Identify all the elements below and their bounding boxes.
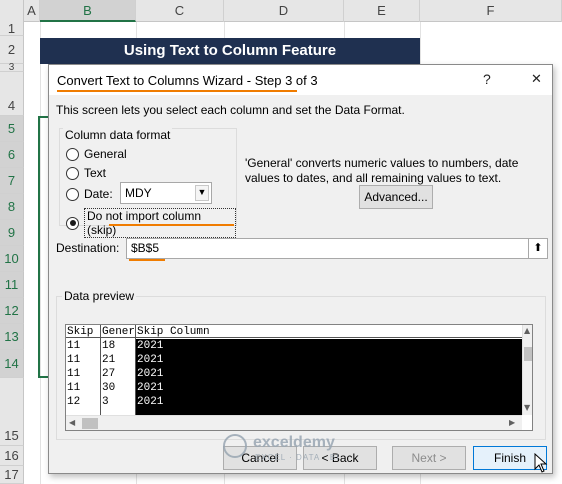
exceldemy-watermark: exceldemy EXCEL · DATA · BI xyxy=(223,432,383,466)
scroll-up-icon[interactable]: ▲ xyxy=(524,326,530,335)
destination-label: Destination: xyxy=(56,241,120,255)
advanced-button[interactable]: Advanced... xyxy=(359,185,433,209)
row-header-8[interactable]: 8 xyxy=(0,194,24,220)
radio-date-circle[interactable] xyxy=(66,187,79,201)
close-icon[interactable]: ✕ xyxy=(531,71,542,87)
row-header-5[interactable]: 5 xyxy=(0,116,24,142)
radio-skip[interactable]: Do not import column (skip) xyxy=(66,208,236,238)
dialog-title: Convert Text to Columns Wizard - Step 3 … xyxy=(57,73,318,88)
data-preview-legend: Data preview xyxy=(62,289,137,303)
preview-cell: 11 xyxy=(67,354,81,366)
preview-header-cell[interactable]: Skip Column xyxy=(137,325,210,339)
preview-horizontal-scrollbar[interactable]: ◀ ▶ xyxy=(66,415,522,430)
preview-cell: 18 xyxy=(102,340,116,352)
radio-skip-label[interactable]: Do not import column (skip) xyxy=(83,208,236,238)
select-all-corner[interactable] xyxy=(0,0,24,22)
convert-text-to-columns-dialog: Convert Text to Columns Wizard - Step 3 … xyxy=(48,64,553,474)
radio-skip-circle[interactable] xyxy=(66,216,79,230)
column-header-a[interactable]: A xyxy=(24,0,40,22)
column-data-format-group: Column data format General Text Date: Do… xyxy=(59,128,237,238)
scroll-down-icon[interactable]: ▼ xyxy=(524,403,530,412)
column-header-b[interactable]: B xyxy=(40,0,136,22)
data-preview-grid[interactable]: Skip Gener Skip Column 11 18 2021 11 21 … xyxy=(65,324,533,431)
dialog-titlebar[interactable]: Convert Text to Columns Wizard - Step 3 … xyxy=(49,65,552,95)
preview-cell: 2021 xyxy=(137,368,164,380)
column-separator xyxy=(100,325,101,415)
row-header-6[interactable]: 6 xyxy=(0,142,24,168)
preview-cell: 2021 xyxy=(137,382,164,394)
row-header-13[interactable]: 13 xyxy=(0,324,24,350)
radio-text[interactable]: Text xyxy=(66,166,106,180)
preview-header-cell[interactable]: Skip xyxy=(67,325,93,339)
row-header-10[interactable]: 10 xyxy=(0,246,24,272)
preview-cell: 2021 xyxy=(137,354,164,366)
row-header-1[interactable]: 1 xyxy=(0,22,24,36)
preview-vertical-scrollbar[interactable]: ▲ ▼ xyxy=(522,325,532,415)
radio-general-circle[interactable] xyxy=(66,147,79,161)
column-data-format-legend: Column data format xyxy=(63,128,173,142)
radio-date[interactable]: Date: xyxy=(66,187,113,201)
preview-cell: 11 xyxy=(67,368,81,380)
destination-input[interactable]: $B$5 xyxy=(126,238,531,259)
row-header-14[interactable]: 14 xyxy=(0,350,24,378)
radio-general[interactable]: General xyxy=(66,147,127,161)
selected-column-highlight xyxy=(136,339,522,415)
row-header-4[interactable]: 4 xyxy=(0,72,24,116)
preview-header-cell[interactable]: Gener xyxy=(102,325,135,339)
preview-cell: 21 xyxy=(102,354,116,366)
row-header-3[interactable]: 3 xyxy=(0,63,24,73)
row-header-16[interactable]: 16 xyxy=(0,446,24,466)
mouse-cursor-icon xyxy=(534,453,548,473)
next-button[interactable]: Next > xyxy=(392,446,466,470)
help-button[interactable]: ? xyxy=(483,71,491,87)
row-header-9[interactable]: 9 xyxy=(0,220,24,246)
skip-highlight-underline xyxy=(109,224,234,226)
scroll-right-icon[interactable]: ▶ xyxy=(509,418,515,427)
preview-cell: 11 xyxy=(67,382,81,394)
data-preview-group: Data preview Skip Gener Skip Column 11 1… xyxy=(56,289,546,440)
row-header-12[interactable]: 12 xyxy=(0,298,24,324)
preview-cell: 27 xyxy=(102,368,116,380)
preview-cell: 12 xyxy=(67,396,81,408)
radio-date-label[interactable]: Date: xyxy=(84,187,113,201)
column-header-f[interactable]: F xyxy=(420,0,562,22)
column-header-c[interactable]: C xyxy=(136,0,224,22)
destination-highlight-underline xyxy=(129,259,165,261)
column-header-e[interactable]: E xyxy=(344,0,420,22)
horizontal-scroll-thumb[interactable] xyxy=(82,418,98,429)
radio-text-label[interactable]: Text xyxy=(84,166,106,180)
scroll-left-icon[interactable]: ◀ xyxy=(69,418,75,427)
radio-general-label[interactable]: General xyxy=(84,147,127,161)
watermark-name: exceldemy xyxy=(253,434,335,451)
preview-cell: 2021 xyxy=(137,340,164,352)
radio-text-circle[interactable] xyxy=(66,166,79,180)
row-header-2[interactable]: 2 xyxy=(0,36,24,64)
row-header-15[interactable]: 15 xyxy=(0,378,24,446)
preview-cell: 3 xyxy=(102,396,109,408)
date-format-value: MDY xyxy=(125,186,152,200)
dialog-intro-text: This screen lets you select each column … xyxy=(56,103,405,117)
chevron-down-icon[interactable]: ▼ xyxy=(195,185,209,201)
selected-range-border xyxy=(38,116,48,378)
title-highlight-underline xyxy=(57,90,297,92)
watermark-tagline: EXCEL · DATA · BI xyxy=(255,453,340,462)
row-header-11[interactable]: 11 xyxy=(0,272,24,298)
date-format-select[interactable]: MDY ▼ xyxy=(120,182,212,204)
preview-cell: 30 xyxy=(102,382,116,394)
preview-cell: 2021 xyxy=(137,396,164,408)
row-header-7[interactable]: 7 xyxy=(0,168,24,194)
column-header-d[interactable]: D xyxy=(224,0,344,22)
row-header-17[interactable]: 17 xyxy=(0,466,24,484)
column-separator xyxy=(135,325,136,415)
exceldemy-logo-icon xyxy=(223,434,247,458)
vertical-scroll-thumb[interactable] xyxy=(524,347,532,361)
preview-cell: 11 xyxy=(67,340,81,352)
general-format-description: 'General' converts numeric values to num… xyxy=(245,156,519,185)
sheet-title-banner: Using Text to Column Feature xyxy=(40,38,420,64)
collapse-dialog-icon[interactable]: ⬆ xyxy=(528,238,548,259)
